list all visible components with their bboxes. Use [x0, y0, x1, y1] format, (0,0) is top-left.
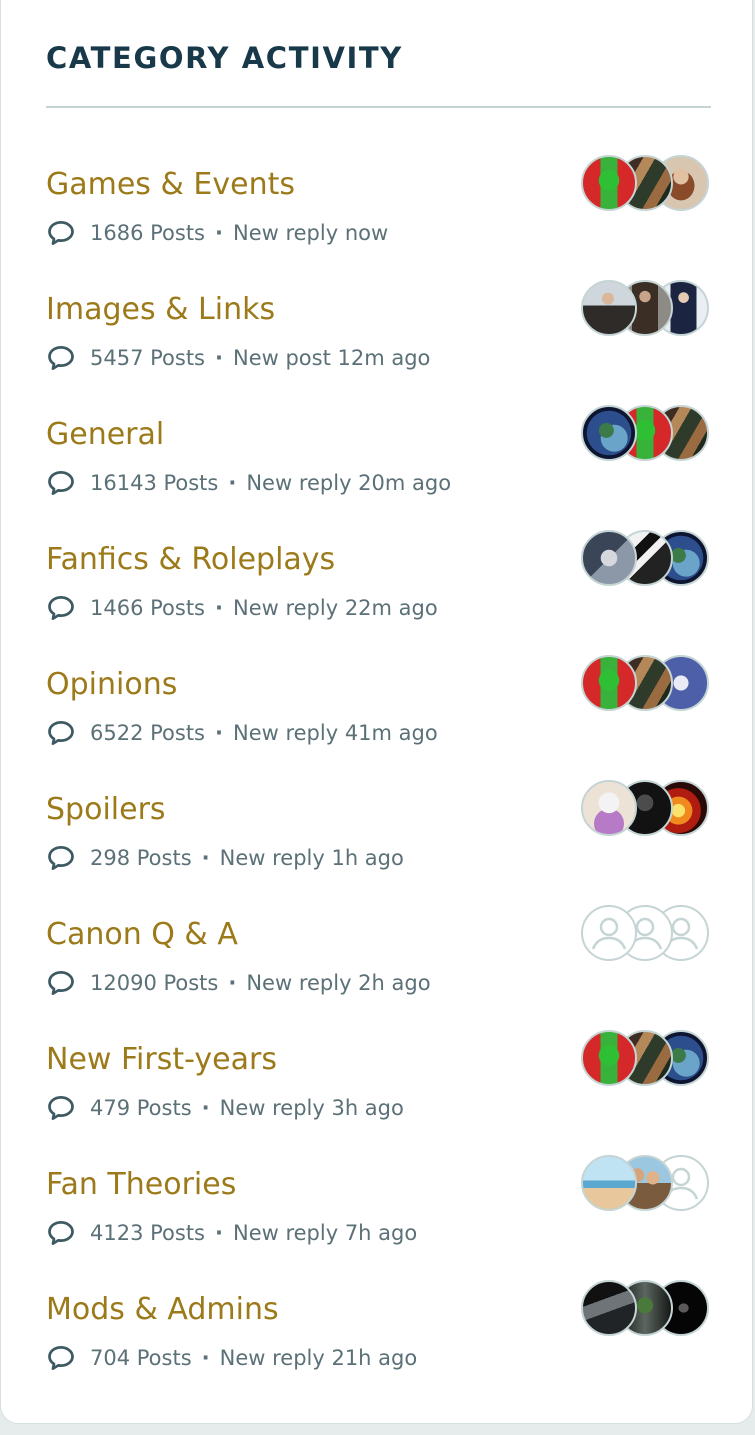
separator-dot: ·: [228, 471, 237, 495]
category-item[interactable]: Spoilers 298 Posts · New reply 1h ago: [1, 775, 754, 900]
latest-activity: New reply 3h ago: [219, 1096, 404, 1120]
post-count: 479 Posts: [90, 1096, 192, 1120]
comment-bubble-icon: [48, 971, 74, 995]
recent-posters: [581, 655, 709, 711]
avatar[interactable]: [581, 1030, 637, 1086]
category-item[interactable]: Fanfics & Roleplays 1466 Posts · New rep…: [1, 525, 754, 650]
avatar[interactable]: [581, 280, 637, 336]
category-name-link[interactable]: New First-years: [46, 1039, 277, 1081]
category-meta: 1686 Posts · New reply now: [46, 218, 388, 248]
separator-dot: ·: [201, 1096, 210, 1120]
separator-dot: ·: [201, 846, 210, 870]
comment-bubble-icon: [48, 346, 74, 370]
post-count: 16143 Posts: [90, 471, 219, 495]
category-name-link[interactable]: Mods & Admins: [46, 1289, 279, 1331]
comment-bubble-icon: [48, 1096, 74, 1120]
category-item[interactable]: Images & Links 5457 Posts · New post 12m…: [1, 275, 754, 400]
latest-activity: New reply 41m ago: [232, 721, 438, 745]
comment-bubble-icon: [48, 721, 74, 745]
category-item[interactable]: General 16143 Posts · New reply 20m ago: [1, 400, 754, 525]
separator-dot: ·: [215, 721, 223, 745]
post-count: 1686 Posts: [90, 221, 205, 245]
avatar[interactable]: [581, 405, 637, 461]
recent-posters: [581, 905, 709, 961]
category-item[interactable]: Mods & Admins 704 Posts · New reply 21h …: [1, 1275, 754, 1400]
avatar[interactable]: [581, 530, 637, 586]
divider: [46, 106, 711, 108]
avatar[interactable]: [581, 655, 637, 711]
comment-bubble-icon: [48, 846, 74, 870]
category-name-link[interactable]: Fan Theories: [46, 1164, 236, 1206]
category-name-link[interactable]: Canon Q & A: [46, 914, 238, 956]
separator-dot: ·: [215, 221, 223, 245]
category-item[interactable]: Games & Events 1686 Posts · New reply no…: [1, 150, 754, 275]
latest-activity: New reply 22m ago: [232, 596, 438, 620]
separator-dot: ·: [215, 596, 223, 620]
latest-activity: New reply 7h ago: [232, 1221, 418, 1245]
recent-posters: [581, 1030, 709, 1086]
category-meta: 12090 Posts · New reply 2h ago: [46, 968, 431, 998]
latest-activity: New post 12m ago: [232, 346, 431, 370]
category-meta: 1466 Posts · New reply 22m ago: [46, 593, 438, 623]
recent-posters: [581, 280, 709, 336]
comment-bubble-icon: [48, 1346, 74, 1370]
recent-posters: [581, 1280, 709, 1336]
separator-dot: ·: [201, 1346, 210, 1370]
category-list: Games & Events 1686 Posts · New reply no…: [1, 150, 754, 1400]
separator-dot: ·: [215, 1221, 223, 1245]
recent-posters: [581, 405, 709, 461]
post-count: 298 Posts: [90, 846, 192, 870]
avatar[interactable]: [581, 155, 637, 211]
category-name-link[interactable]: Opinions: [46, 664, 177, 706]
category-meta: 4123 Posts · New reply 7h ago: [46, 1218, 417, 1248]
category-item[interactable]: Fan Theories 4123 Posts · New reply 7h a…: [1, 1150, 754, 1275]
category-meta: 704 Posts · New reply 21h ago: [46, 1343, 417, 1373]
post-count: 5457 Posts: [90, 346, 205, 370]
recent-posters: [581, 530, 709, 586]
latest-activity: New reply 1h ago: [219, 846, 404, 870]
avatar[interactable]: [581, 1155, 637, 1211]
category-name-link[interactable]: Spoilers: [46, 789, 166, 831]
comment-bubble-icon: [48, 471, 74, 495]
category-name-link[interactable]: Images & Links: [46, 289, 275, 331]
category-name-link[interactable]: General: [46, 414, 164, 456]
avatar[interactable]: [581, 780, 637, 836]
user-placeholder-icon[interactable]: [581, 905, 637, 961]
category-name-link[interactable]: Games & Events: [46, 164, 295, 206]
latest-activity: New reply now: [232, 221, 389, 245]
category-item[interactable]: Canon Q & A 12090 Posts · New reply 2h a…: [1, 900, 754, 1025]
post-count: 1466 Posts: [90, 596, 205, 620]
category-meta: 298 Posts · New reply 1h ago: [46, 843, 404, 873]
separator-dot: ·: [228, 971, 237, 995]
latest-activity: New reply 21h ago: [219, 1346, 418, 1370]
post-count: 12090 Posts: [90, 971, 219, 995]
comment-bubble-icon: [48, 596, 74, 620]
latest-activity: New reply 2h ago: [246, 971, 431, 995]
category-item[interactable]: Opinions 6522 Posts · New reply 41m ago: [1, 650, 754, 775]
category-meta: 5457 Posts · New post 12m ago: [46, 343, 430, 373]
category-meta: 6522 Posts · New reply 41m ago: [46, 718, 438, 748]
recent-posters: [581, 1155, 709, 1211]
post-count: 4123 Posts: [90, 1221, 205, 1245]
category-name-link[interactable]: Fanfics & Roleplays: [46, 539, 335, 581]
category-meta: 16143 Posts · New reply 20m ago: [46, 468, 451, 498]
category-activity-card: CATEGORY ACTIVITY Games & Events 1686 Po…: [0, 0, 753, 1424]
avatar[interactable]: [581, 1280, 637, 1336]
recent-posters: [581, 155, 709, 211]
comment-bubble-icon: [48, 1221, 74, 1245]
post-count: 6522 Posts: [90, 721, 205, 745]
separator-dot: ·: [215, 346, 223, 370]
recent-posters: [581, 780, 709, 836]
category-item[interactable]: New First-years 479 Posts · New reply 3h…: [1, 1025, 754, 1150]
section-title: CATEGORY ACTIVITY: [46, 41, 403, 75]
latest-activity: New reply 20m ago: [246, 471, 452, 495]
comment-bubble-icon: [48, 221, 74, 245]
post-count: 704 Posts: [90, 1346, 192, 1370]
category-meta: 479 Posts · New reply 3h ago: [46, 1093, 404, 1123]
